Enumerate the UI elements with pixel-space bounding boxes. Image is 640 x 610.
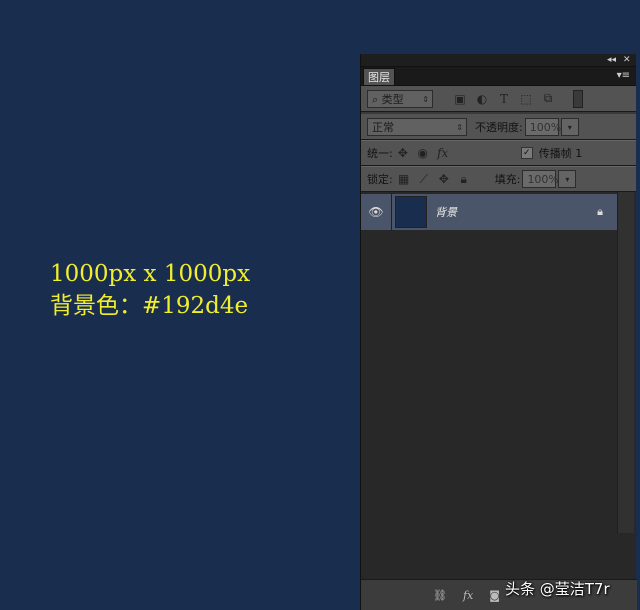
unify-style-icon[interactable]: fx <box>435 146 451 160</box>
propagate-frame-checkbox[interactable]: ✓ <box>520 147 533 159</box>
background-color-text: 背景色：#192d4e <box>50 293 249 319</box>
filter-row: ⌕ 类型 ⇕ ▣ ◐ T ⬚ ⧉ <box>361 86 636 112</box>
scrollbar[interactable] <box>617 192 634 533</box>
link-layers-icon[interactable]: ⛓︎ <box>433 589 447 602</box>
canvas-info: 1000px x 1000px 背景色：#192d4e <box>50 258 250 322</box>
lock-icon: 🔒︎ <box>597 205 603 218</box>
lock-brush-icon[interactable]: ⟋ <box>417 172 431 187</box>
blend-row: 正常 ⇕ 不透明度: 100% ▾ <box>361 114 636 140</box>
fill-input[interactable]: 100% <box>522 170 559 188</box>
search-icon: ⌕ <box>372 92 379 106</box>
close-icon[interactable]: ✕ <box>623 54 631 66</box>
filter-toggle[interactable] <box>573 89 583 108</box>
chevron-updown-icon: ⇕ <box>422 94 429 104</box>
image-filter-icon[interactable]: ▣ <box>453 92 467 106</box>
fill-dropdown-button[interactable]: ▾ <box>558 170 577 188</box>
fx-icon[interactable]: fx <box>463 589 473 602</box>
lock-label: 锁定: <box>367 173 393 186</box>
canvas-size-text: 1000px x 1000px <box>50 261 251 287</box>
layer-thumbnail <box>395 196 427 228</box>
opacity-label: 不透明度: <box>475 120 523 134</box>
panel-topbar: ◂◂ ✕ <box>361 54 636 67</box>
propagate-frame-label: 传播帧 1 <box>538 147 583 160</box>
filter-kind-select[interactable]: ⌕ 类型 ⇕ <box>367 89 433 108</box>
unify-row: 统一: ✥ ◉ fx ✓ 传播帧 1 <box>361 140 636 166</box>
opacity-dropdown-button[interactable]: ▾ <box>560 117 579 136</box>
layer-row-background[interactable]: 👁︎ 背景 🔒︎ <box>361 194 617 230</box>
mask-icon[interactable]: ◙ <box>489 589 500 602</box>
filter-kind-label: 类型 <box>381 92 404 106</box>
unify-label: 统一: <box>367 147 393 160</box>
panel-menu-icon[interactable]: ▾≡ <box>617 69 630 83</box>
tab-layers[interactable]: 图层 <box>363 68 395 85</box>
fill-label: 填充: <box>494 173 521 186</box>
shape-filter-icon[interactable]: ⬚ <box>519 92 533 106</box>
opacity-input[interactable]: 100% <box>524 117 561 136</box>
eye-icon[interactable]: 👁︎ <box>361 205 391 219</box>
smart-object-filter-icon[interactable]: ⧉ <box>541 91 555 106</box>
blend-mode-value: 正常 <box>372 120 394 134</box>
adjustment-filter-icon[interactable]: ◐ <box>475 92 489 106</box>
lock-position-icon[interactable]: ✥ <box>437 172 451 186</box>
chevron-updown-icon: ⇕ <box>456 122 463 132</box>
layers-list: 👁︎ 背景 🔒︎ <box>361 192 636 533</box>
blend-mode-select[interactable]: 正常 ⇕ <box>367 117 467 136</box>
unify-visibility-icon[interactable]: ◉ <box>415 146 431 160</box>
lock-transparent-icon[interactable]: ▦ <box>397 172 411 186</box>
lock-row: 锁定: ▦ ⟋ ✥ 🔒︎ 填充: 100% ▾ <box>361 166 636 192</box>
layer-name: 背景 <box>435 206 457 219</box>
watermark: 头条 @莹洁T7r <box>505 580 610 598</box>
panel-tab-row: 图层 ▾≡ <box>361 67 636 86</box>
collapse-icon[interactable]: ◂◂ <box>607 54 616 66</box>
lock-all-icon[interactable]: 🔒︎ <box>457 172 471 187</box>
type-filter-icon[interactable]: T <box>497 92 511 106</box>
layers-panel: ◂◂ ✕ 图层 ▾≡ ⌕ 类型 ⇕ ▣ ◐ T ⬚ ⧉ 正常 ⇕ 不透明度: 1… <box>360 54 637 610</box>
unify-position-icon[interactable]: ✥ <box>395 146 411 160</box>
